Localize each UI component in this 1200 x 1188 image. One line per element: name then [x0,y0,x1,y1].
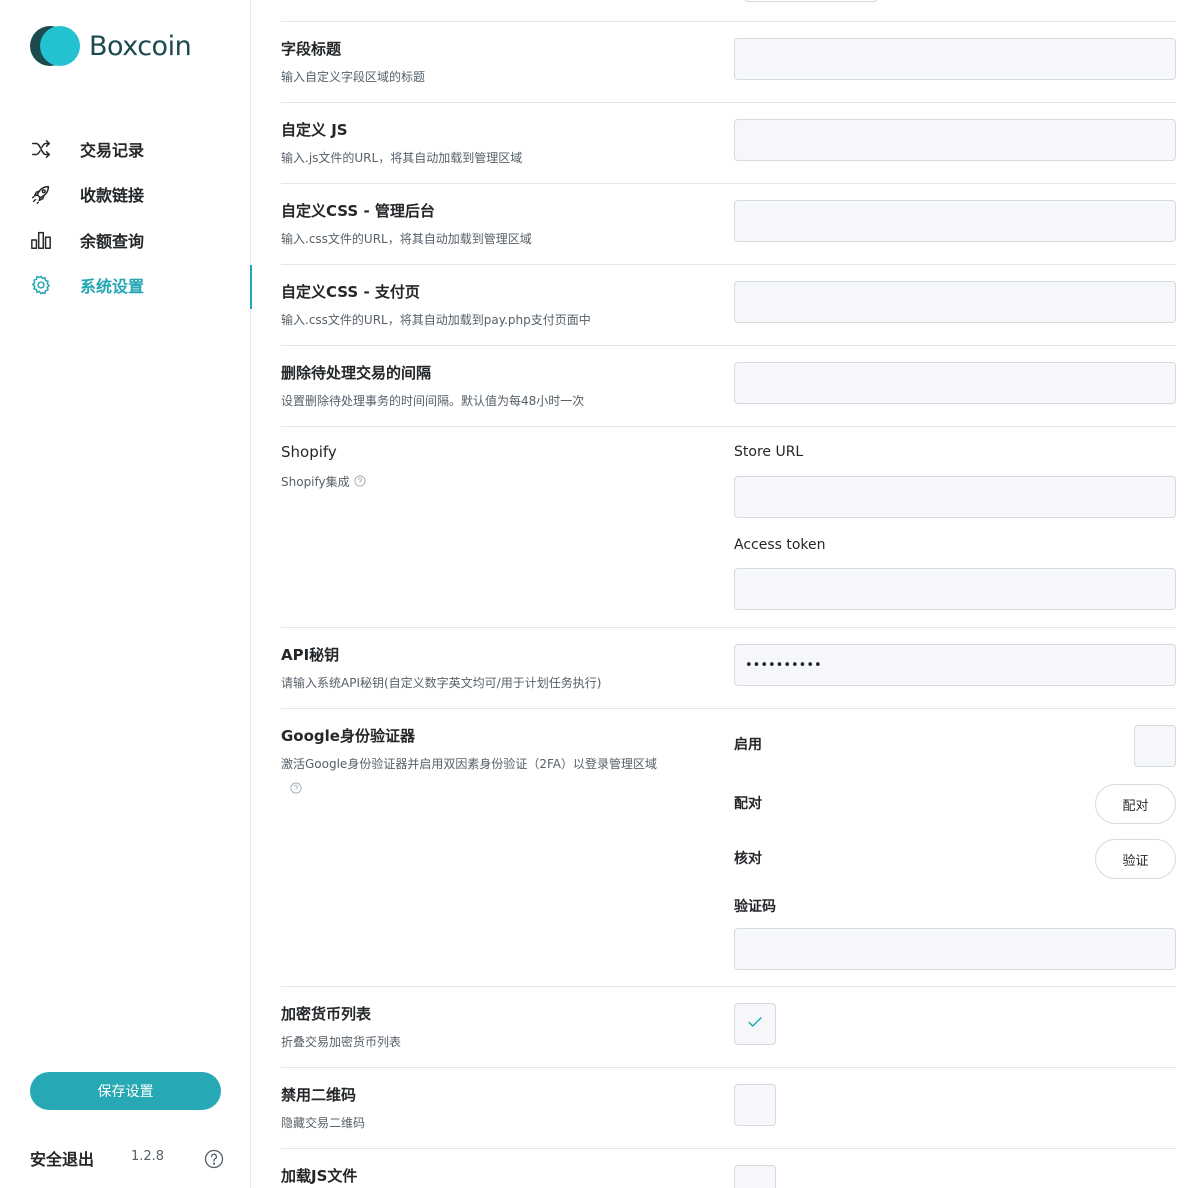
brand-name: Boxcoin [89,30,192,62]
setting-title: API秘钥 [281,646,340,664]
pair-label: 配对 [734,796,762,812]
logout-link[interactable]: 安全退出 [30,1146,94,1170]
checkmark-icon [746,1013,764,1035]
enable-2fa-checkbox[interactable] [1134,725,1176,767]
question-circle-icon[interactable] [354,475,366,487]
setting-custom-js: 自定义 JS 输入.js文件的URL，将其自动加载到管理区域 [281,102,1176,183]
custom-js-input[interactable] [734,119,1176,161]
setting-title: 加密货币列表 [281,1005,372,1023]
setting-description: 请输入系统API秘钥(自定义数字英文均可/用于计划任务执行) [281,676,602,690]
brand-logo[interactable]: Boxcoin [30,26,192,66]
setting-title: 禁用二维码 [281,1086,357,1104]
setting-title: 删除待处理交易的间隔 [281,364,432,382]
setting-title: 加载JS文件 [281,1167,358,1185]
setting-description: Shopify集成 [281,473,366,490]
access-token-label: Access token [734,537,826,553]
setting-title: 字段标题 [281,40,342,58]
load-js-checkbox[interactable] [734,1165,776,1188]
setting-title: 自定义CSS - 支付页 [281,283,420,301]
setting-title: 自定义CSS - 管理后台 [281,202,435,220]
enable-label: 启用 [734,737,762,753]
setting-description: 激活Google身份验证器并启用双因素身份验证（2FA）以登录管理区域 [281,757,657,771]
pair-button[interactable]: 配对 [1095,784,1176,824]
setting-disable-qr: 禁用二维码 隐藏交易二维码 [281,1067,1176,1148]
verification-code-input[interactable] [734,928,1176,970]
shuffle-icon [30,138,52,160]
save-settings-button[interactable]: 保存设置 [30,1072,221,1110]
sidebar: Boxcoin 交易记录 收款链接 余额查询 系统设置 保存设置 安全退出 1.… [0,0,252,1188]
top-control-partial [743,0,879,2]
setting-title: 自定义 JS [281,121,348,139]
access-token-input[interactable] [734,568,1176,610]
setting-description: 输入.css文件的URL，将其自动加载到管理区域 [281,232,532,246]
setting-description: 设置删除待处理事务的时间间隔。默认值为每48小时一次 [281,394,585,408]
custom-css-admin-input[interactable] [734,200,1176,242]
setting-custom-css-admin: 自定义CSS - 管理后台 输入.css文件的URL，将其自动加载到管理区域 [281,183,1176,264]
field-title-input[interactable] [734,38,1176,80]
gear-icon [30,274,52,296]
question-circle-icon[interactable] [290,779,302,794]
setting-crypto-list: 加密货币列表 折叠交易加密货币列表 [281,986,1176,1067]
setting-custom-css-pay: 自定义CSS - 支付页 输入.css文件的URL，将其自动加载到pay.php… [281,264,1176,345]
verify-button[interactable]: 验证 [1095,839,1176,879]
setting-api-key: API秘钥 请输入系统API秘钥(自定义数字英文均可/用于计划任务执行) [281,627,1176,708]
nav-label: 系统设置 [80,277,145,297]
nav-item-transactions[interactable]: 交易记录 [0,126,251,172]
custom-css-pay-input[interactable] [734,281,1176,323]
setting-shopify: Shopify Shopify集成 Store URL Access token [281,426,1176,627]
nav-item-payment-links[interactable]: 收款链接 [0,172,251,218]
disable-qr-checkbox[interactable] [734,1084,776,1126]
setting-description: 输入自定义字段区域的标题 [281,70,426,84]
setting-description: 折叠交易加密货币列表 [281,1035,402,1049]
setting-delete-pending: 删除待处理交易的间隔 设置删除待处理事务的时间间隔。默认值为每48小时一次 [281,345,1176,426]
store-url-input[interactable] [734,476,1176,518]
bar-chart-icon [30,229,52,251]
setting-field-title: 字段标题 输入自定义字段区域的标题 [281,21,1176,102]
setting-description: 隐藏交易二维码 [281,1116,366,1130]
version-label: 1.2.8 [131,1149,165,1164]
sidebar-nav: 交易记录 收款链接 余额查询 系统设置 [0,126,252,308]
setting-title: Shopify [281,443,337,461]
setting-description: 输入.js文件的URL，将其自动加载到管理区域 [281,151,523,165]
nav-item-settings[interactable]: 系统设置 [0,263,252,308]
logo-mark-icon [30,26,80,66]
nav-item-balance[interactable]: 余额查询 [0,217,251,263]
setting-title: Google身份验证器 [281,727,415,745]
question-circle-icon[interactable] [204,1149,224,1169]
check-label: 核对 [734,851,762,867]
settings-panel: 字段标题 输入自定义字段区域的标题 自定义 JS 输入.js文件的URL，将其自… [252,0,1200,1188]
crypto-list-checkbox[interactable] [734,1003,776,1045]
setting-load-js: 加载JS文件 [281,1148,1176,1188]
api-key-input[interactable] [734,644,1176,686]
nav-label: 交易记录 [80,140,145,160]
store-url-label: Store URL [734,444,804,460]
setting-description-text: Shopify集成 [281,475,350,489]
setting-description: 输入.css文件的URL，将其自动加载到pay.php支付页面中 [281,313,591,327]
nav-label: 余额查询 [80,231,145,251]
rocket-icon [30,183,52,205]
delete-pending-input[interactable] [734,362,1176,404]
setting-google-auth: Google身份验证器 激活Google身份验证器并启用双因素身份验证（2FA）… [281,708,1176,986]
nav-label: 收款链接 [80,186,145,206]
code-label: 验证码 [734,899,776,915]
